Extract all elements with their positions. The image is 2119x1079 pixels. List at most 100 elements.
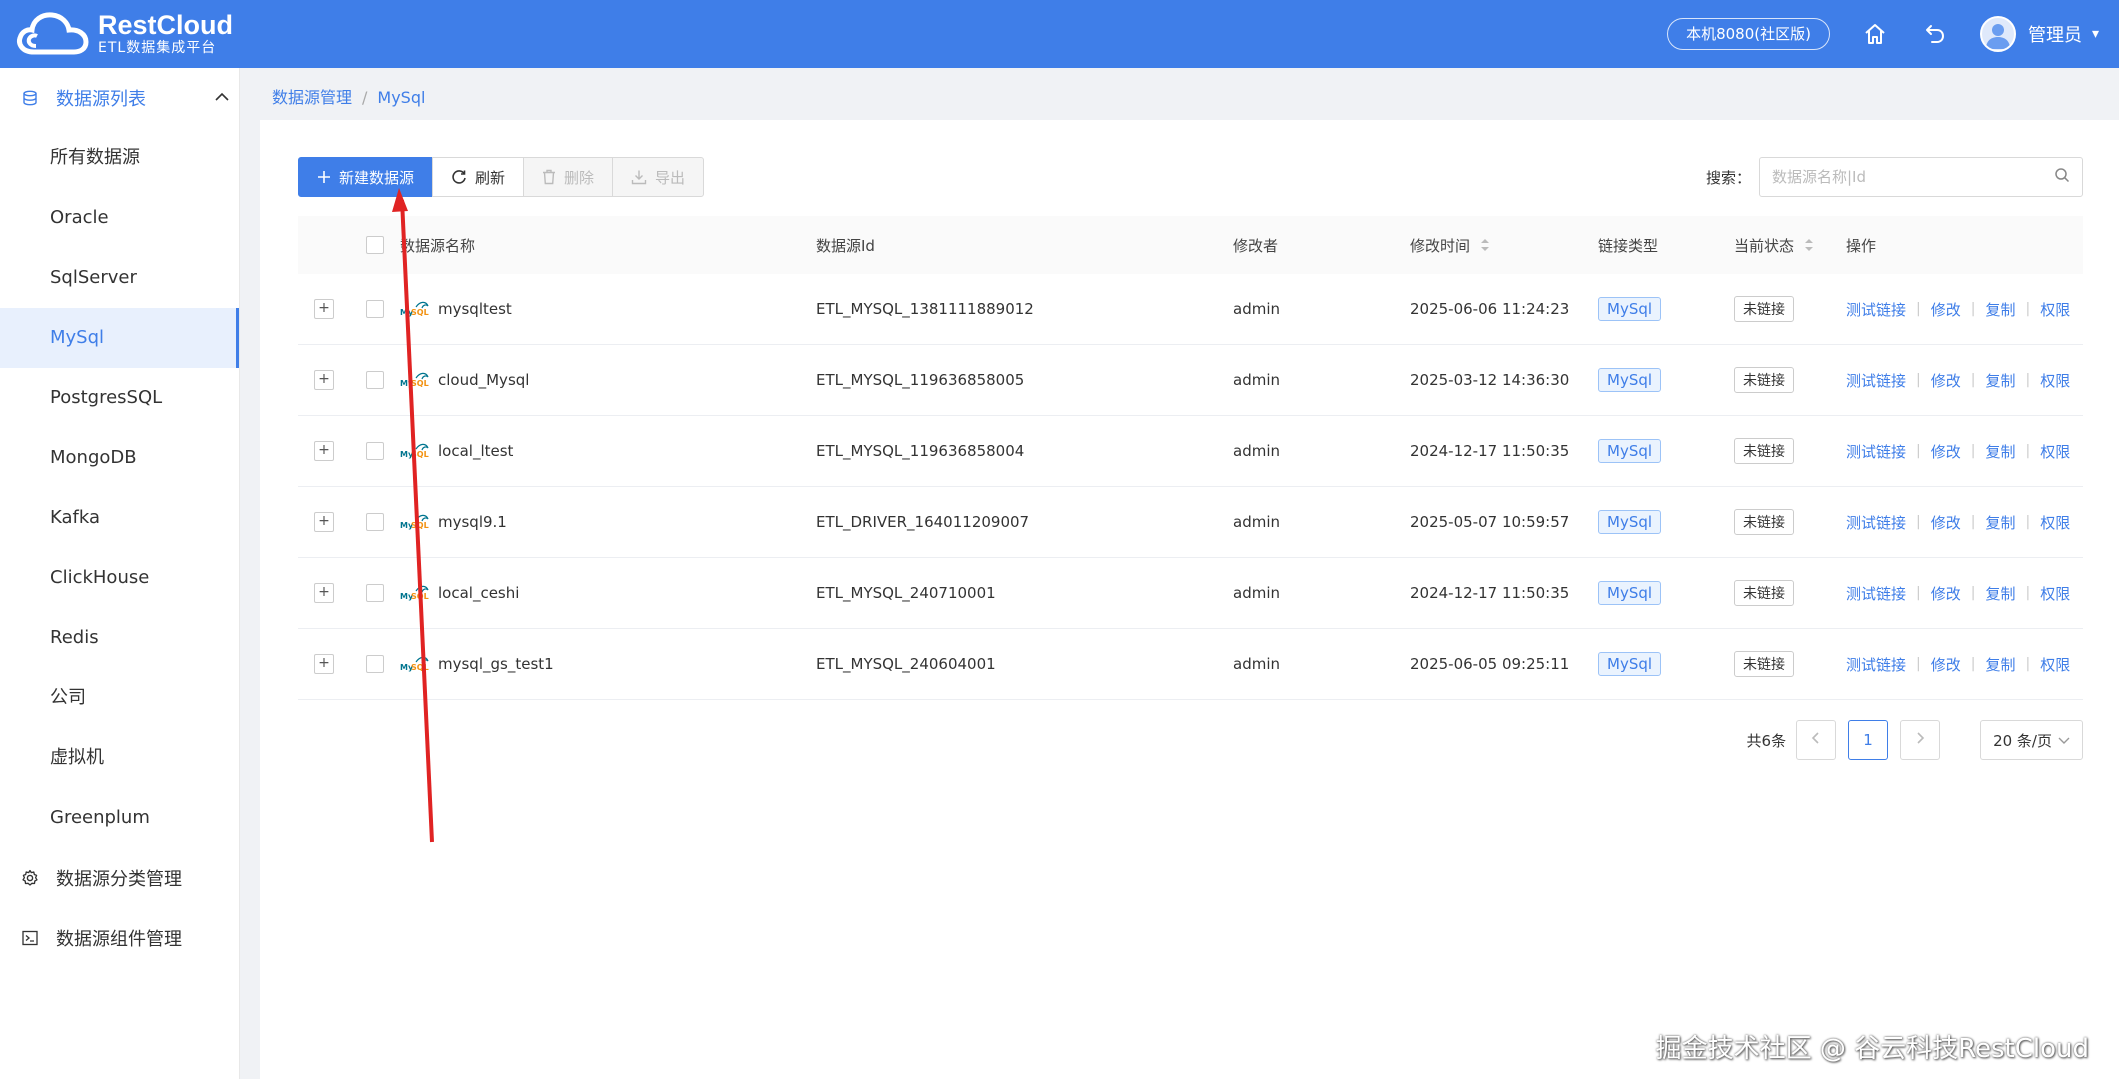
expand-row-button[interactable]: + (314, 512, 334, 532)
row-checkbox[interactable] (366, 655, 384, 673)
table-row[interactable]: + My SQL local_ceshi ETL_MYSQL_240710001 admi… (298, 558, 2083, 629)
breadcrumb-current[interactable]: MySql (377, 88, 425, 107)
op-separator: | (1916, 514, 1921, 530)
app-logo[interactable]: RestCloud ETL数据集成平台 (16, 10, 233, 58)
sidebar-item-kafka[interactable]: Kafka (0, 488, 239, 548)
permission-link[interactable]: 权限 (2040, 441, 2070, 462)
op-separator: | (1970, 372, 1976, 388)
permission-link[interactable]: 权限 (2040, 654, 2070, 675)
sidebar-item-greenplum[interactable]: Greenplum (0, 788, 239, 848)
sidebar-item-mongodb[interactable]: MongoDB (0, 428, 239, 488)
user-name[interactable]: 管理员 (2028, 21, 2082, 47)
watermark-text: 掘金技术社区 @ 谷云科技RestCloud (1655, 1034, 2089, 1064)
datasource-name: local_ltest (438, 442, 514, 460)
edit-link[interactable]: 修改 (1931, 512, 1961, 533)
user-avatar[interactable] (1979, 16, 2016, 52)
status-badge: 未链接 (1734, 438, 1794, 464)
refresh-label: 刷新 (475, 168, 506, 187)
permission-link[interactable]: 权限 (2040, 583, 2070, 604)
new-datasource-button[interactable]: 新建数据源 (298, 157, 434, 197)
sidebar-item-clickhouse[interactable]: ClickHouse (0, 548, 239, 608)
sidebar-group-datasource-list[interactable]: 数据源列表 (0, 68, 239, 128)
expand-row-button[interactable]: + (314, 583, 334, 603)
refresh-button[interactable]: 刷新 (432, 157, 525, 197)
page-1-button[interactable]: 1 (1848, 720, 1889, 760)
test-connection-link[interactable]: 测试链接 (1846, 583, 1906, 604)
table-row[interactable]: + My SQL local_ltest ETL_MYSQL_119636858004 a… (298, 416, 2083, 487)
page-size-select[interactable]: 20 条/页 (1980, 720, 2083, 760)
copy-link[interactable]: 复制 (1985, 512, 2015, 533)
test-connection-link[interactable]: 测试链接 (1846, 370, 1906, 391)
sidebar-item-vm[interactable]: 虚拟机 (0, 728, 239, 788)
sidebar-item-sqlserver[interactable]: SqlServer (0, 248, 239, 308)
row-checkbox[interactable] (366, 300, 384, 318)
table-row[interactable]: + My SQL cloud_Mysql ETL_MYSQL_119636858005 a… (298, 345, 2083, 416)
chevron-down-icon[interactable]: ▾ (2092, 26, 2099, 42)
table-row[interactable]: + My SQL mysql9.1 ETL_DRIVER_164011209007 adm… (298, 487, 2083, 558)
test-connection-link[interactable]: 测试链接 (1846, 299, 1906, 320)
delete-label: 删除 (564, 168, 595, 187)
environment-selector[interactable]: 本机8080(社区版) (1667, 18, 1830, 50)
edit-link[interactable]: 修改 (1931, 441, 1961, 462)
copy-link[interactable]: 复制 (1985, 441, 2015, 462)
export-button[interactable]: 导出 (612, 157, 705, 197)
sidebar-item-oracle[interactable]: Oracle (0, 188, 239, 248)
row-checkbox[interactable] (366, 371, 384, 389)
header-state[interactable]: 当前状态 (1734, 235, 1846, 256)
row-checkbox[interactable] (366, 442, 384, 460)
permission-link[interactable]: 权限 (2040, 512, 2070, 533)
table-row[interactable]: + My SQL mysqltest ETL_MYSQL_1381111889012 ad… (298, 274, 2083, 345)
expand-row-button[interactable]: + (314, 299, 334, 319)
sidebar-item-all[interactable]: 所有数据源 (0, 128, 239, 188)
link-type-tag: MySql (1598, 439, 1662, 463)
copy-link[interactable]: 复制 (1985, 654, 2015, 675)
prev-page-button[interactable] (1796, 720, 1837, 760)
datasource-name: mysql_gs_test1 (438, 655, 554, 673)
search-label: 搜索： (1705, 168, 1751, 187)
header-time[interactable]: 修改时间 (1410, 235, 1598, 256)
copy-link[interactable]: 复制 (1985, 370, 2015, 391)
sidebar-item-postgressql[interactable]: PostgresSQL (0, 368, 239, 428)
table-row[interactable]: + My SQL mysql_gs_test1 ETL_MYSQL_240604001 a… (298, 629, 2083, 700)
sidebar-item-mysql[interactable]: MySql (0, 308, 239, 368)
next-page-button[interactable] (1900, 720, 1941, 760)
search-icon[interactable] (2054, 167, 2070, 187)
expand-row-button[interactable]: + (314, 654, 334, 674)
expand-row-button[interactable]: + (314, 441, 334, 461)
datasource-time: 2025-06-05 09:25:11 (1410, 655, 1570, 673)
sidebar-item-category-mgmt[interactable]: 数据源分类管理 (0, 848, 239, 908)
sidebar-item-redis[interactable]: Redis (0, 608, 239, 668)
expand-row-button[interactable]: + (314, 370, 334, 390)
datasource-id: ETL_MYSQL_240710001 (816, 584, 996, 602)
sidebar-item-company[interactable]: 公司 (0, 668, 239, 728)
delete-button[interactable]: 删除 (523, 157, 614, 197)
search-box[interactable] (1759, 157, 2083, 197)
breadcrumb-root[interactable]: 数据源管理 (272, 88, 352, 107)
row-checkbox[interactable] (366, 584, 384, 602)
test-connection-link[interactable]: 测试链接 (1846, 654, 1906, 675)
edit-link[interactable]: 修改 (1931, 583, 1961, 604)
chevron-up-icon[interactable] (213, 88, 231, 111)
home-icon[interactable] (1860, 19, 1890, 49)
permission-link[interactable]: 权限 (2040, 299, 2070, 320)
permission-link[interactable]: 权限 (2040, 370, 2070, 391)
sidebar-item-component-mgmt[interactable]: 数据源组件管理 (0, 908, 239, 968)
select-all-checkbox[interactable] (366, 236, 384, 254)
test-connection-link[interactable]: 测试链接 (1846, 512, 1906, 533)
svg-text:SQL: SQL (411, 663, 429, 672)
op-separator: | (2025, 585, 2031, 601)
edit-link[interactable]: 修改 (1931, 654, 1961, 675)
row-checkbox[interactable] (366, 513, 384, 531)
mysql-logo-icon: MySQL (400, 372, 429, 388)
back-icon[interactable] (1920, 19, 1950, 49)
edit-link[interactable]: 修改 (1931, 299, 1961, 320)
toolbar: 新建数据源 刷新 删除 导出 (298, 157, 705, 197)
sort-icon[interactable] (1804, 237, 1814, 253)
copy-link[interactable]: 复制 (1985, 583, 2015, 604)
sort-icon[interactable] (1480, 237, 1490, 253)
test-connection-link[interactable]: 测试链接 (1846, 441, 1906, 462)
edit-link[interactable]: 修改 (1931, 370, 1961, 391)
datasource-modifier: admin (1233, 584, 1280, 602)
copy-link[interactable]: 复制 (1985, 299, 2015, 320)
search-input[interactable] (1772, 168, 2054, 186)
